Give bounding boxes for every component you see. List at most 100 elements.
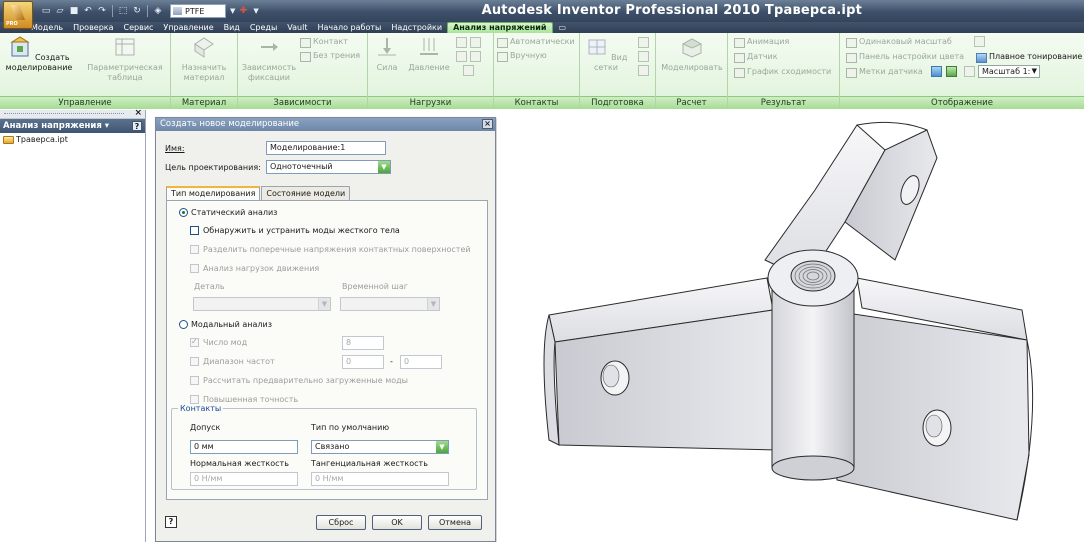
tab-simulation-type[interactable]: Тип моделирования xyxy=(166,186,261,201)
save-icon[interactable]: ■ xyxy=(68,5,80,17)
tab-model-state[interactable]: Состояние модели xyxy=(261,186,351,200)
mesh-settings-icon[interactable] xyxy=(638,37,649,48)
simulate-icon xyxy=(681,38,703,58)
convergence-plot-button[interactable]: График сходимости xyxy=(734,66,831,78)
tab-inspect[interactable]: Проверка xyxy=(68,22,118,33)
gravity-icon[interactable] xyxy=(456,51,467,62)
mesh-display-icon[interactable] xyxy=(946,66,957,77)
simulate-button[interactable]: Моделировать xyxy=(658,36,726,73)
force-button[interactable]: Сила xyxy=(372,36,402,73)
window-title: Autodesk Inventor Professional 2010 Трав… xyxy=(481,3,862,18)
redo-icon[interactable]: ↷ xyxy=(96,5,108,17)
parametric-table-button[interactable]: Параметрическая таблица xyxy=(82,36,168,83)
assign-material-button[interactable]: Назначить материал xyxy=(173,36,235,83)
num-modes-checkbox[interactable] xyxy=(190,337,199,347)
mesh-view-button[interactable]: Вид сетки xyxy=(582,36,630,73)
manual-contacts-button[interactable]: Вручную xyxy=(497,50,547,62)
ok-button[interactable]: OK xyxy=(372,515,422,530)
browser-grip[interactable]: × xyxy=(0,108,145,119)
contact-constraint-button[interactable]: Контакт xyxy=(300,36,348,48)
time-step-label: Временной шаг xyxy=(342,282,408,291)
select-icon[interactable]: ⬚ xyxy=(117,5,129,17)
browser-header[interactable]: Анализ напряжения ▾ ? xyxy=(0,119,145,133)
traverse-part-model[interactable] xyxy=(497,110,1084,542)
remote-force-icon[interactable] xyxy=(470,51,481,62)
fixed-constraint-button[interactable]: Зависимость фиксации xyxy=(240,36,298,83)
cancel-button[interactable]: Отмена xyxy=(428,515,482,530)
freq-range-checkbox[interactable] xyxy=(190,357,199,366)
application-menu-button[interactable]: PRO xyxy=(3,1,33,29)
tolerance-input[interactable]: 0 мм xyxy=(190,440,298,454)
browser-item-part[interactable]: Траверса.ipt xyxy=(0,133,145,147)
num-modes-input[interactable]: 8 xyxy=(342,336,384,350)
undo-icon[interactable]: ↶ xyxy=(82,5,94,17)
modal-analysis-radio[interactable] xyxy=(179,320,188,329)
browser-help-icon[interactable]: ? xyxy=(132,121,142,131)
separate-stresses-checkbox[interactable] xyxy=(190,245,199,254)
simulate-label: Моделировать xyxy=(661,63,723,72)
same-scale-button[interactable]: Одинаковый масштаб xyxy=(846,36,952,48)
animation-button[interactable]: Анимация xyxy=(734,36,789,48)
tangential-stiffness-input[interactable]: 0 Н/мм xyxy=(311,472,449,486)
normal-stiffness-input[interactable]: 0 Н/мм xyxy=(190,472,298,486)
default-type-select[interactable]: Связано ▼ xyxy=(311,440,449,454)
pro-badge: PRO xyxy=(6,21,18,27)
dialog-close-icon[interactable]: × xyxy=(482,119,493,129)
update-icon[interactable]: ↻ xyxy=(131,5,143,17)
preloaded-modes-checkbox[interactable] xyxy=(190,376,199,385)
rigid-modes-checkbox[interactable] xyxy=(190,226,199,235)
frictionless-constraint-button[interactable]: Без трения xyxy=(300,50,360,62)
open-file-icon[interactable]: ▱ xyxy=(54,5,66,17)
material-select[interactable]: PTFE xyxy=(170,4,226,18)
design-goal-select[interactable]: Одноточечный ▼ xyxy=(266,160,391,174)
dialog-title-bar[interactable]: Создать новое моделирование × xyxy=(156,118,495,131)
simulation-name-input[interactable]: Моделирование:1 xyxy=(266,141,386,155)
toolbar-separator xyxy=(147,5,148,17)
model-viewport[interactable] xyxy=(497,110,1084,542)
left-arm xyxy=(543,277,778,451)
part-select[interactable]: ▼ xyxy=(193,297,331,311)
tab-add-ins[interactable]: Надстройки xyxy=(386,22,447,33)
new-file-icon[interactable]: ▭ xyxy=(40,5,52,17)
create-simulation-button[interactable]: Создать моделирование xyxy=(2,36,76,73)
qat-customize-icon[interactable]: ▼ xyxy=(253,7,258,15)
moment-icon[interactable] xyxy=(470,37,481,48)
tab-get-started[interactable]: Начало работы xyxy=(312,22,386,33)
freq-from-input[interactable]: 0 xyxy=(342,355,384,369)
adjust-displacement-icon[interactable] xyxy=(964,66,975,77)
freq-to-input[interactable]: 0 xyxy=(400,355,442,369)
tab-environments[interactable]: Среды xyxy=(245,22,282,33)
dialog-help-icon[interactable]: ? xyxy=(165,516,177,528)
color-bar-button[interactable]: Панель настройки цвета xyxy=(846,51,964,63)
reset-button[interactable]: Сброс xyxy=(316,515,366,530)
scale-dropdown[interactable]: Масштаб 1: ▼ xyxy=(978,65,1040,78)
convergence-settings-icon[interactable] xyxy=(638,65,649,76)
panel-manage-title: Управление xyxy=(0,96,170,109)
displacement-display-icon[interactable] xyxy=(931,66,942,77)
pressure-button[interactable]: Давление xyxy=(406,36,452,73)
motion-loads-checkbox[interactable] xyxy=(190,264,199,273)
static-analysis-radio[interactable] xyxy=(179,208,188,217)
separate-stresses-label: Разделить поперечные напряжения контактн… xyxy=(203,245,471,254)
smooth-shading-button[interactable]: Плавное тонирование xyxy=(976,51,1082,63)
ribbon-minimize-icon[interactable]: ▭ xyxy=(553,22,573,33)
local-mesh-icon[interactable] xyxy=(638,51,649,62)
high-precision-checkbox[interactable] xyxy=(190,395,199,404)
material-dropdown-icon[interactable]: ▼ xyxy=(230,7,235,15)
browser-menu-arrow-icon[interactable]: ▾ xyxy=(105,121,109,131)
tab-stress-analysis[interactable]: Анализ напряжений xyxy=(447,22,553,33)
probe-labels-button[interactable]: Метки датчика xyxy=(846,66,923,78)
bearing-load-icon[interactable] xyxy=(456,37,467,48)
browser-close-icon[interactable]: × xyxy=(134,108,142,118)
boundary-conditions-icon[interactable] xyxy=(974,36,985,47)
design-goal-dropdown-icon: ▼ xyxy=(378,161,390,173)
tab-tools[interactable]: Сервис xyxy=(119,22,159,33)
time-step-select[interactable]: ▼ xyxy=(340,297,440,311)
body-load-icon[interactable] xyxy=(463,65,474,76)
probe-button[interactable]: Датчик xyxy=(734,51,778,63)
automatic-contacts-button[interactable]: Автоматически xyxy=(497,36,575,48)
tab-manage[interactable]: Управление xyxy=(158,22,218,33)
color-icon[interactable]: ✚ xyxy=(237,5,249,17)
tab-view[interactable]: Вид xyxy=(219,22,245,33)
tab-vault[interactable]: Vault xyxy=(282,22,312,33)
